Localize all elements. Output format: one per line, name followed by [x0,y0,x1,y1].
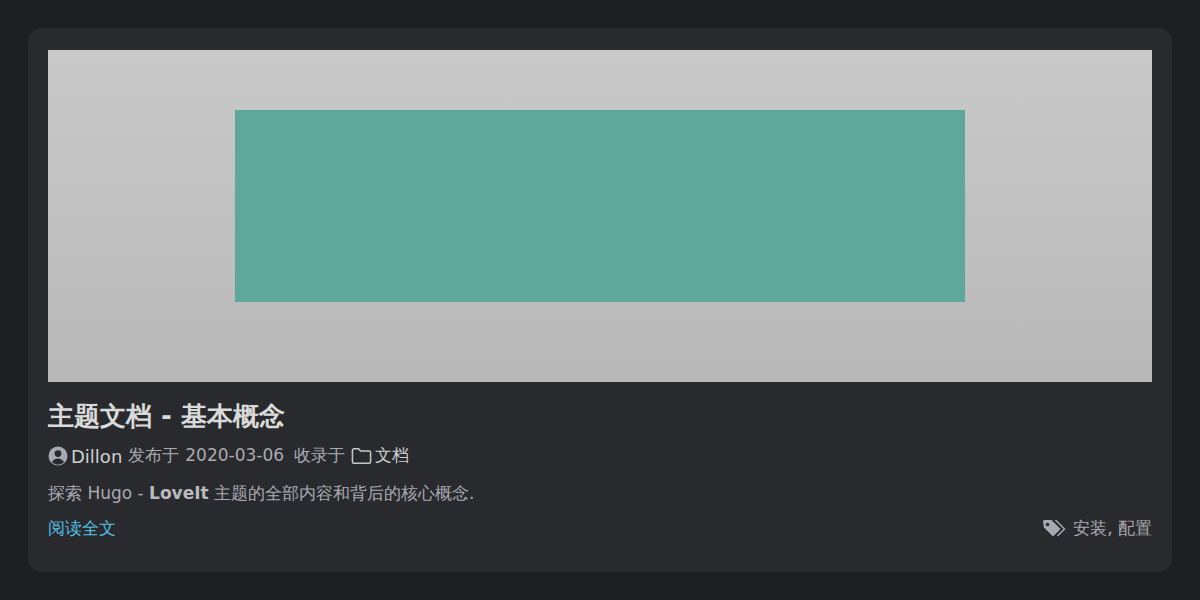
page: 主题文档 - 基本概念 Dillon发布于2020-03-06 收录于 文档探索 Hu… [0,0,1200,600]
tags-icon [1042,519,1068,539]
published-date: 2020-03-06 [185,444,284,468]
post-summary: 探索 Hugo - LoveIt 主题的全部内容和背后的核心概念. [48,481,1152,507]
read-more-link[interactable]: 阅读全文 [48,516,116,542]
tag-link[interactable]: 安装 [1073,516,1107,542]
summary-text: 探索 Hugo - [48,483,149,503]
summary-text: LoveIt [149,483,209,503]
category-link[interactable]: 文档 [351,444,409,468]
published-label: 发布于 [128,444,179,468]
post-title[interactable]: 主题文档 - 基本概念 [48,400,1152,434]
folder-icon [351,447,372,465]
post-card: 主题文档 - 基本概念 Dillon发布于2020-03-06 收录于 文档探索 Hu… [28,28,1172,572]
post-meta: Dillon发布于2020-03-06 收录于 文档 [48,444,1152,469]
author-link[interactable]: Dillon [48,444,122,469]
category-label: 收录于 [294,444,345,468]
user-circle-icon [48,446,68,466]
summary-text: 主题的全部内容和背后的核心概念. [209,483,475,503]
tag-list: 安装, 配置 [1042,516,1152,542]
tag-separator: , [1107,516,1118,542]
cover-image[interactable] [48,50,1152,382]
author-name: Dillon [71,444,122,469]
tag-link[interactable]: 配置 [1118,516,1152,542]
post-footer: 阅读全文 安装, 配置 [48,516,1152,542]
category-name: 文档 [375,444,409,468]
cover-panel [235,110,965,302]
